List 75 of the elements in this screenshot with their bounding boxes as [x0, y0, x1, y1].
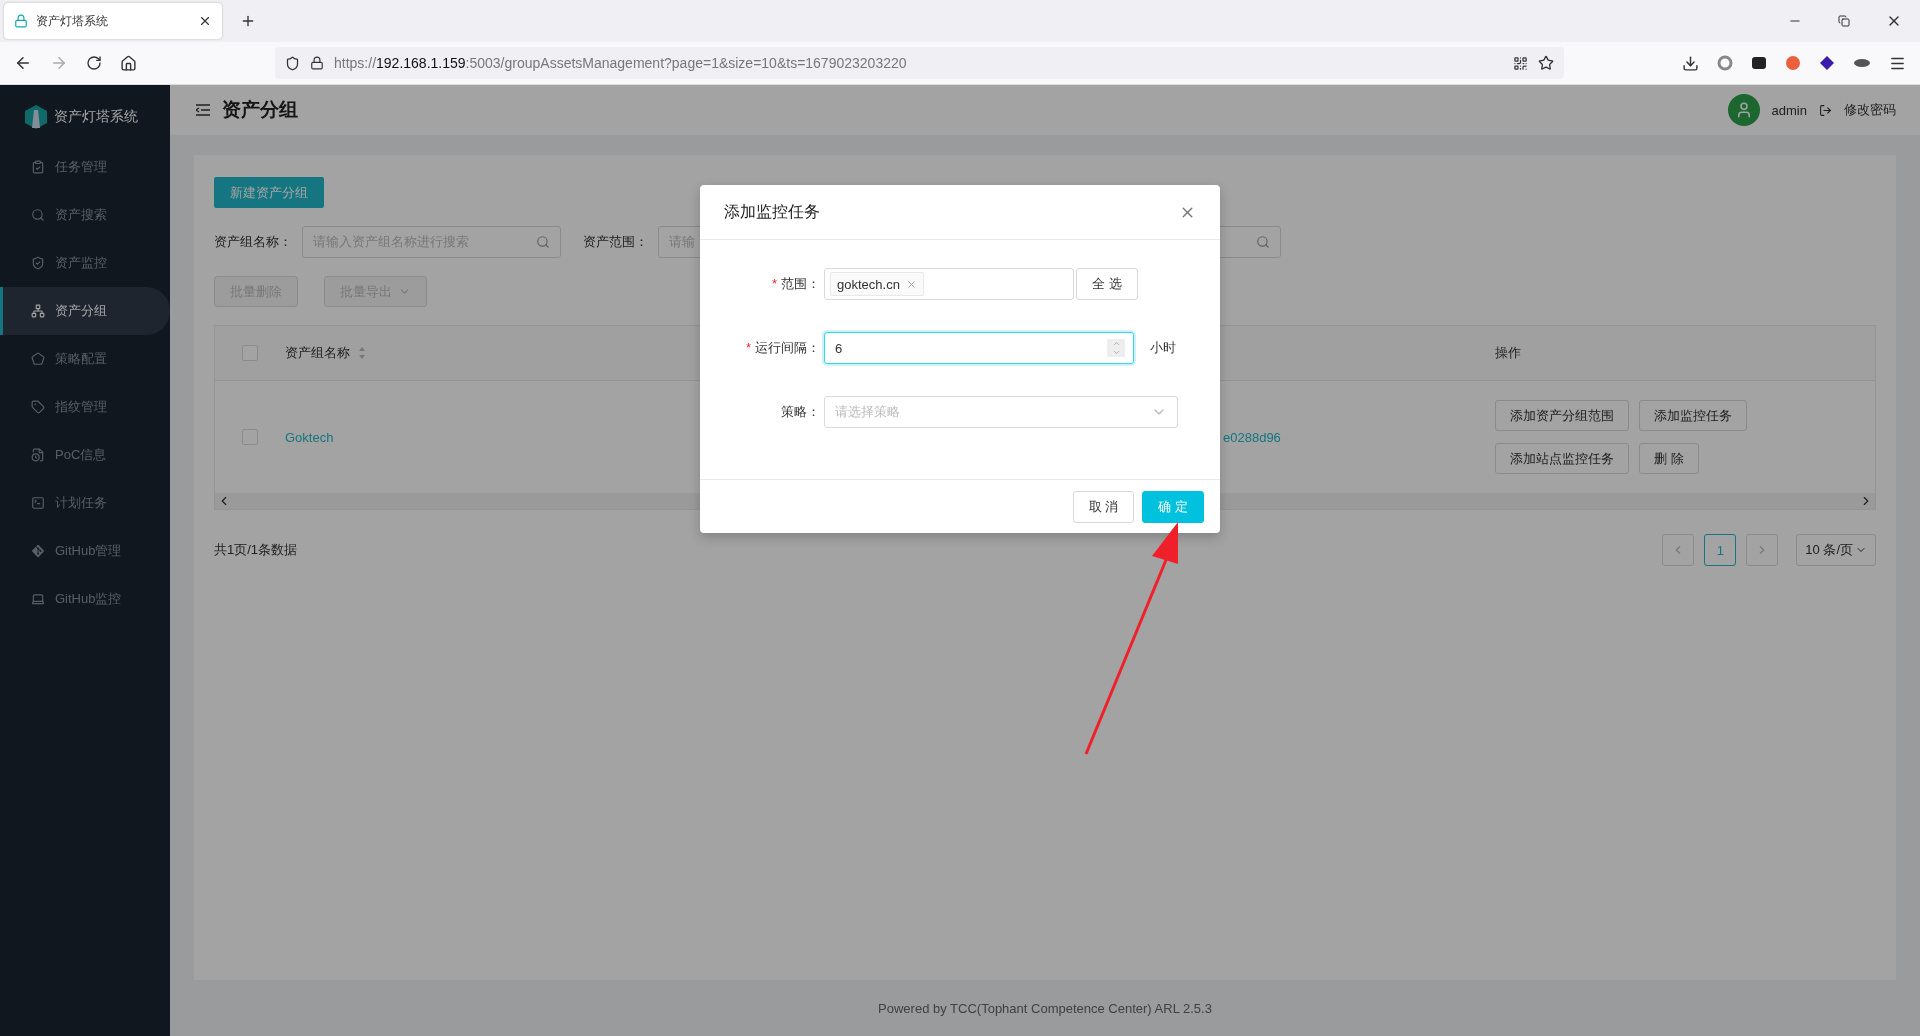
filter-label: 资产范围： — [583, 233, 648, 251]
username: admin — [1771, 102, 1807, 118]
footer-text: Powered by TCC(Tophant Competence Center) ARL 2.5.3 — [877, 999, 1213, 1018]
sidebar-item[interactable]: GitHub监控 — [0, 575, 170, 623]
search-icon — [31, 208, 45, 222]
new-group-button[interactable]: 新建资产分组 — [214, 177, 324, 208]
lock-icon — [310, 56, 324, 70]
column-header: 操作 — [1495, 344, 1521, 362]
sidebar-item[interactable]: 策略配置 — [0, 335, 170, 383]
reload-icon[interactable] — [86, 55, 102, 71]
browser-tab[interactable]: 资产灯塔系统 — [4, 3, 222, 39]
page-size-select[interactable]: 10 条/页 — [1796, 534, 1876, 566]
back-icon[interactable] — [14, 54, 32, 72]
new-tab-icon[interactable] — [240, 13, 256, 29]
number-input[interactable]: 6 — [824, 332, 1134, 364]
checkbox[interactable] — [242, 429, 258, 445]
action-button[interactable]: 添加站点监控任务 — [1495, 443, 1629, 474]
sidebar-item[interactable]: 资产搜索 — [0, 191, 170, 239]
column-header: 资产组名称 — [285, 344, 366, 362]
shield-icon — [31, 256, 45, 270]
tag-chip: goktech.cn — [830, 272, 924, 296]
circle-icon[interactable] — [1717, 55, 1733, 71]
collapse-menu-icon[interactable] — [196, 104, 210, 116]
extension-icon[interactable] — [1819, 55, 1835, 71]
form-label: * 范围： — [770, 275, 820, 293]
page-button[interactable]: 1 — [1704, 534, 1737, 566]
action-button[interactable]: 添加监控任务 — [1639, 400, 1747, 431]
tag-icon — [31, 400, 45, 414]
brand-name: 资产灯塔系统 — [54, 108, 138, 126]
logout-icon[interactable] — [1819, 103, 1832, 117]
home-icon[interactable] — [120, 54, 137, 72]
qr-code-icon[interactable] — [1513, 55, 1528, 71]
change-password-link[interactable]: 修改密码 — [1844, 101, 1896, 119]
pagination-summary: 共1页/1条数据 — [214, 541, 298, 559]
search-icon — [1256, 235, 1270, 249]
confirm-button[interactable]: 确 定 — [1142, 490, 1204, 523]
avatar — [1727, 94, 1760, 126]
hierarchy-icon — [31, 304, 45, 318]
pentagon-icon — [31, 352, 45, 366]
dialog-title: 添加监控任务 — [724, 201, 820, 222]
download-icon[interactable] — [1682, 54, 1699, 72]
checkbox[interactable] — [242, 345, 258, 361]
terminal-icon — [31, 496, 45, 510]
search-icon — [536, 235, 550, 249]
cancel-button[interactable]: 取 消 — [1072, 490, 1135, 523]
url-text: https://192.168.1.159:5003/groupAssetsManagement?page=1&size=10&ts=1679023203220 — [334, 55, 907, 71]
sidebar-item[interactable]: 指纹管理 — [0, 383, 170, 431]
form-label: 策略： — [780, 403, 820, 421]
filter-label: 资产组名称： — [214, 233, 292, 251]
sidebar-item[interactable]: PoC信息 — [0, 431, 170, 479]
sidebar-item[interactable]: 资产分组 — [0, 287, 170, 335]
page-title: 资产分组 — [222, 98, 298, 122]
action-button[interactable]: 添加资产分组范围 — [1495, 400, 1629, 431]
document-icon — [31, 448, 45, 462]
action-button[interactable]: 删 除 — [1639, 443, 1699, 474]
sidebar-item[interactable]: 计划任务 — [0, 479, 170, 527]
sidebar-item[interactable]: 资产监控 — [0, 239, 170, 287]
star-icon[interactable] — [1538, 55, 1554, 71]
form-label: * 运行间隔： — [744, 339, 820, 357]
close-icon[interactable] — [198, 14, 212, 28]
restore-icon[interactable] — [1838, 15, 1850, 27]
sidebar-item[interactable]: GitHub管理 — [0, 527, 170, 575]
strategy-select[interactable]: 请选择策略 — [824, 396, 1178, 428]
shield-icon — [285, 55, 300, 71]
clipboard-icon — [31, 160, 45, 174]
tag-select-field[interactable]: goktech.cn — [824, 268, 1074, 300]
extension-icon[interactable] — [1853, 57, 1871, 69]
select-all-button[interactable]: 全 选 — [1076, 268, 1138, 300]
sidebar-item[interactable]: 任务管理 — [0, 143, 170, 191]
lighthouse-logo — [24, 104, 48, 130]
address-bar[interactable]: https://192.168.1.159:5003/groupAssetsManagement?page=1&size=10&ts=1679023203220 — [275, 47, 1564, 79]
laptop-icon — [31, 592, 45, 606]
unit-label: 小时 — [1150, 339, 1176, 357]
extension-icon[interactable] — [1751, 55, 1767, 71]
git-icon — [31, 544, 45, 558]
